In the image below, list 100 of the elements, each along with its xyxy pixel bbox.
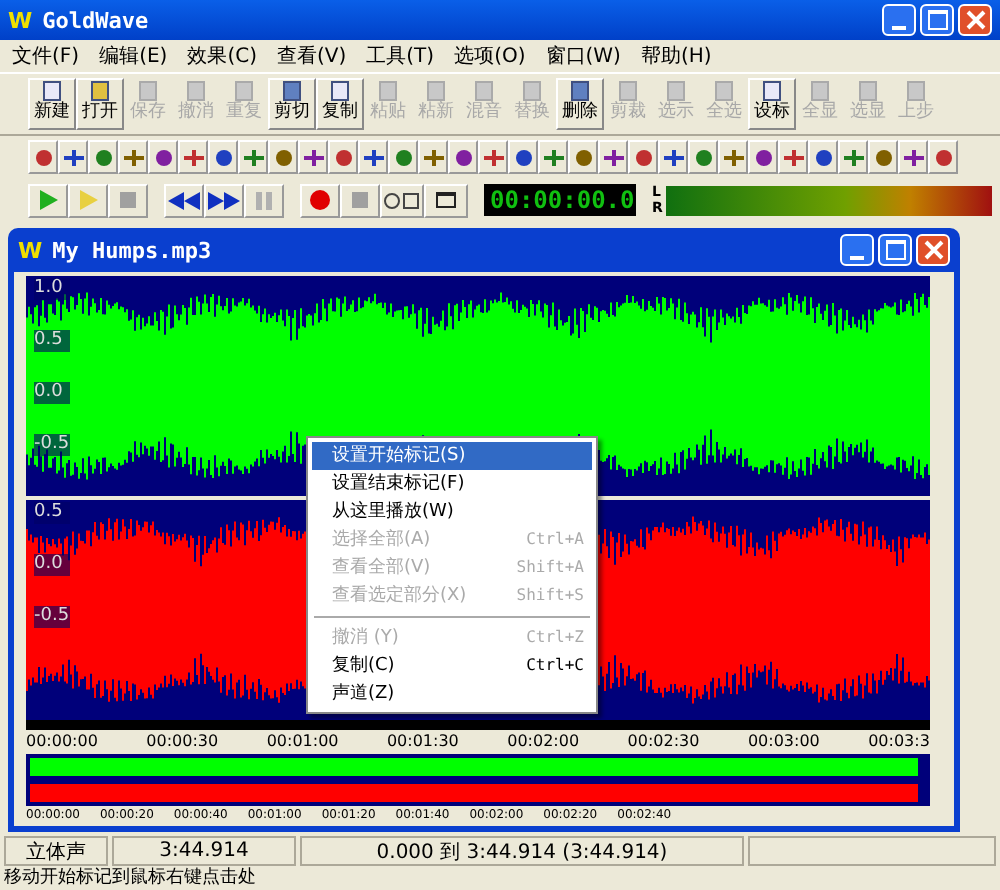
record-button[interactable]: [300, 183, 340, 217]
dot-icon: [151, 145, 175, 169]
effect-tool-button[interactable]: [508, 140, 538, 174]
time-label: 00:03:00: [747, 732, 820, 750]
context-menu-item[interactable]: 复制(C) Ctrl+C: [312, 652, 592, 680]
dot-icon: [751, 145, 775, 169]
toolbar-button[interactable]: 删除: [556, 78, 604, 130]
effect-tool-button[interactable]: [778, 140, 808, 174]
dot-icon: [931, 145, 955, 169]
minimize-button[interactable]: [882, 4, 916, 36]
selection-status: 0.000 到 3:44.914 (3:44.914): [300, 836, 744, 866]
effect-tool-button[interactable]: [238, 140, 268, 174]
effect-tool-button[interactable]: [418, 140, 448, 174]
document-icon: [472, 80, 496, 102]
menu-item[interactable]: 选项(O): [454, 42, 526, 70]
axis-label: -0.5: [34, 606, 70, 628]
play-button[interactable]: [28, 183, 68, 217]
dot-icon: [811, 145, 835, 169]
effect-tool-button[interactable]: [148, 140, 178, 174]
context-menu-item[interactable]: 声道(Z): [312, 680, 592, 708]
effect-tool-button[interactable]: [538, 140, 568, 174]
effect-tool-button[interactable]: [478, 140, 508, 174]
dot-icon: [451, 145, 475, 169]
circle-square-icon: [384, 191, 420, 209]
toolbar-button[interactable]: 打开: [76, 78, 124, 130]
effect-tool-button[interactable]: [328, 140, 358, 174]
effect-tool-button[interactable]: [88, 140, 118, 174]
length-status: 3:44.914: [112, 836, 296, 866]
effect-tool-button[interactable]: [298, 140, 328, 174]
plus-icon: [781, 145, 805, 169]
effect-tool-button[interactable]: [58, 140, 88, 174]
close-button[interactable]: [958, 4, 992, 36]
dot-icon: [511, 145, 535, 169]
minimize-button[interactable]: [840, 234, 874, 266]
effect-tool-button[interactable]: [808, 140, 838, 174]
time-label: 00:02:30: [627, 732, 700, 750]
channel-mode-status: 立体声: [4, 836, 108, 866]
dot-icon: [31, 145, 55, 169]
effect-tool-button[interactable]: [928, 140, 958, 174]
context-menu-item[interactable]: 设置开始标记(S): [312, 442, 592, 470]
effect-tool-button[interactable]: [628, 140, 658, 174]
play-selection-button[interactable]: [68, 183, 108, 217]
effect-tool-button[interactable]: [748, 140, 778, 174]
plus-icon: [181, 145, 205, 169]
context-menu-item[interactable]: 从这里播放(W): [312, 498, 592, 526]
menu-item[interactable]: 工具(T): [366, 42, 435, 70]
maximize-button[interactable]: [878, 234, 912, 266]
maximize-button[interactable]: [920, 4, 954, 36]
dot-icon: [391, 145, 415, 169]
effect-tool-button[interactable]: [868, 140, 898, 174]
stop-button[interactable]: [108, 183, 148, 217]
plus-icon: [61, 145, 85, 169]
plus-icon: [721, 145, 745, 169]
rewind-icon: [168, 191, 200, 209]
effect-tool-button[interactable]: [448, 140, 478, 174]
toolbar-button[interactable]: 复制: [316, 78, 364, 130]
toolbar-button[interactable]: 设标: [748, 78, 796, 130]
effect-tool-button[interactable]: [388, 140, 418, 174]
document-icon: [760, 80, 784, 102]
plus-icon: [661, 145, 685, 169]
menu-item[interactable]: 编辑(E): [99, 42, 168, 70]
window-button[interactable]: [424, 183, 468, 217]
effect-tool-button[interactable]: [358, 140, 388, 174]
plus-icon: [361, 145, 385, 169]
effect-tool-button[interactable]: [898, 140, 928, 174]
effect-tool-button[interactable]: [658, 140, 688, 174]
effect-tool-button[interactable]: [568, 140, 598, 174]
axis-label: -0.5: [34, 434, 70, 456]
dot-icon: [211, 145, 235, 169]
axis-label: 1.0: [34, 278, 70, 300]
document-icon: [136, 80, 160, 102]
menu-item[interactable]: 帮助(H): [640, 42, 712, 70]
effect-tool-button[interactable]: [598, 140, 628, 174]
document-icon: [856, 80, 880, 102]
effect-tool-button[interactable]: [838, 140, 868, 174]
menu-item[interactable]: 查看(V): [276, 42, 347, 70]
effect-tool-button[interactable]: [178, 140, 208, 174]
rewind-button[interactable]: [164, 183, 204, 217]
dot-icon: [871, 145, 895, 169]
menu-item[interactable]: 效果(C): [187, 42, 257, 70]
effect-tool-button[interactable]: [208, 140, 238, 174]
toolbar-button[interactable]: 新建: [28, 78, 76, 130]
effect-tool-button[interactable]: [718, 140, 748, 174]
toolbar-button[interactable]: 剪切: [268, 78, 316, 130]
effect-tool-button[interactable]: [268, 140, 298, 174]
effect-tool-button[interactable]: [118, 140, 148, 174]
fast-forward-button[interactable]: [204, 183, 244, 217]
dot-icon: [691, 145, 715, 169]
time-display: 00:00:00.0: [484, 184, 636, 216]
axis-label: 0.0: [34, 382, 70, 404]
close-button[interactable]: [916, 234, 950, 266]
context-menu-item[interactable]: 设置结束标记(F): [312, 470, 592, 498]
document-icon: [808, 80, 832, 102]
effect-tool-button[interactable]: [28, 140, 58, 174]
menu-item[interactable]: 文件(F): [12, 42, 80, 70]
menu-item[interactable]: 窗口(W): [545, 42, 621, 70]
effect-tool-button[interactable]: [688, 140, 718, 174]
monitor-button[interactable]: [380, 183, 424, 217]
plus-icon: [421, 145, 445, 169]
window-icon: [436, 192, 456, 208]
